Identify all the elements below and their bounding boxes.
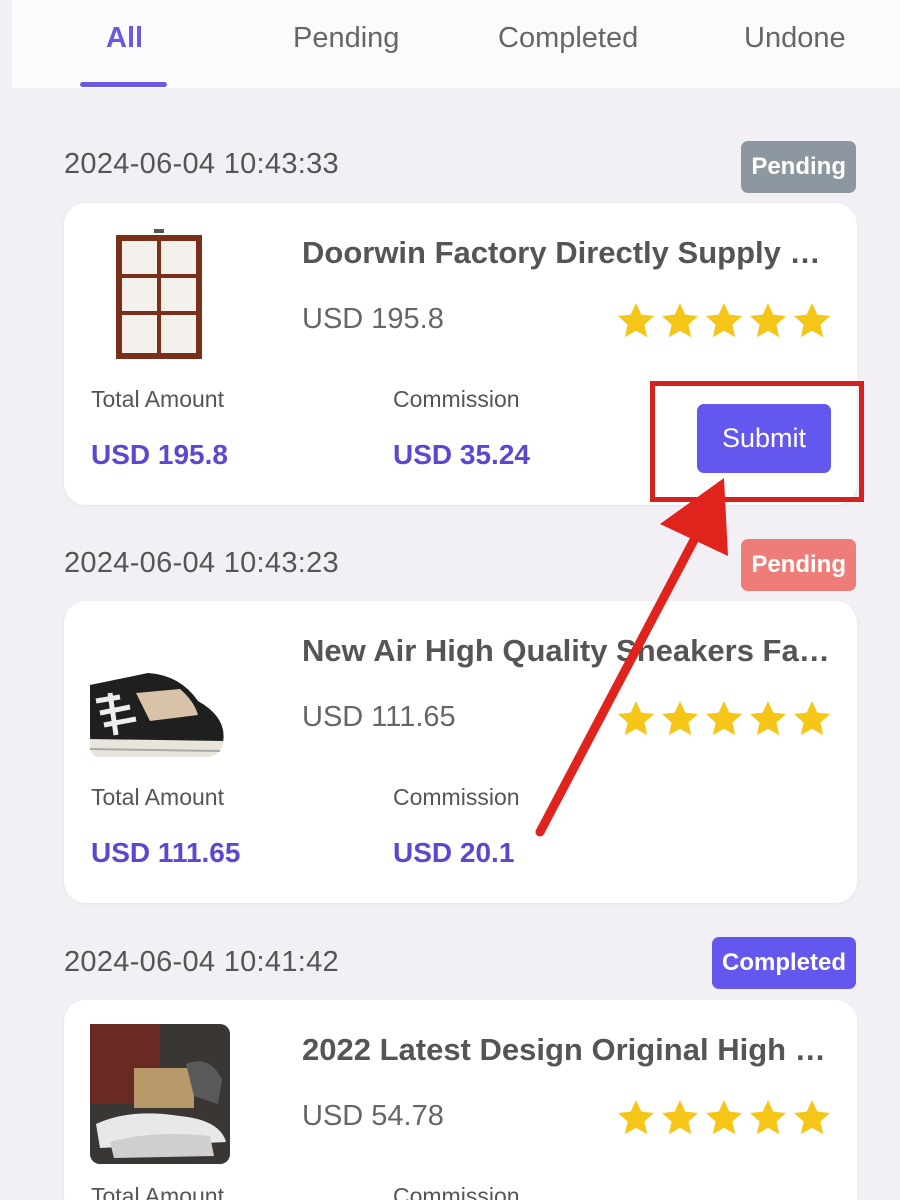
tab-undone[interactable]: Undone <box>744 22 846 55</box>
commission-value: USD 20.1 <box>393 837 515 868</box>
status-badge: Pending <box>741 141 856 193</box>
order-card[interactable]: New Air High Quality Sneakers Fashion Sh… <box>64 601 857 903</box>
status-badge: Pending <box>741 539 856 591</box>
tab-completed[interactable]: Completed <box>498 22 638 55</box>
tab-pending[interactable]: Pending <box>293 22 399 55</box>
star-icon <box>662 1100 698 1135</box>
product-name: Doorwin Factory Directly Supply Wood Cas… <box>302 235 832 270</box>
order-card[interactable]: 2022 Latest Design Original High Quality… <box>64 1000 857 1200</box>
product-price: USD 195.8 <box>302 303 444 335</box>
product-price: USD 111.65 <box>302 701 456 733</box>
star-icon <box>706 1100 742 1135</box>
total-amount-label: Total Amount <box>91 784 224 810</box>
active-tab-indicator <box>80 82 167 87</box>
total-amount-label: Total Amount <box>91 386 224 412</box>
order-card[interactable]: Doorwin Factory Directly Supply Wood Cas… <box>64 203 857 505</box>
star-icon <box>618 1100 654 1135</box>
commission-label: Commission <box>393 1183 520 1200</box>
star-icon <box>662 303 698 338</box>
sneaker-image <box>90 673 224 757</box>
star-icon <box>794 701 830 736</box>
shoes-photo-image <box>90 1024 230 1164</box>
star-icon <box>662 701 698 736</box>
star-icon <box>750 303 786 338</box>
total-amount-value: USD 111.65 <box>91 837 241 868</box>
status-badge: Completed <box>711 937 856 989</box>
order-time: 2024-06-04 10:43:23 <box>64 547 339 579</box>
order-time: 2024-06-04 10:43:33 <box>64 148 339 180</box>
star-icon <box>706 303 742 338</box>
submit-button[interactable]: Submit <box>697 404 831 473</box>
total-amount-value: USD 195.8 <box>91 439 228 470</box>
star-icon <box>794 303 830 338</box>
commission-label: Commission <box>393 386 520 412</box>
star-icon <box>618 701 654 736</box>
commission-label: Commission <box>393 784 520 810</box>
product-name: New Air High Quality Sneakers Fashion Sh… <box>302 633 832 668</box>
product-name: 2022 Latest Design Original High Quality… <box>302 1032 832 1067</box>
star-icon <box>750 701 786 736</box>
wooden-window-image <box>116 229 202 359</box>
star-icon <box>618 303 654 338</box>
total-amount-label: Total Amount <box>91 1183 224 1200</box>
star-icon <box>794 1100 830 1135</box>
order-time: 2024-06-04 10:41:42 <box>64 946 339 978</box>
tab-bar: All Pending Completed Undone <box>12 0 900 88</box>
commission-value: USD 35.24 <box>393 439 530 470</box>
star-icon <box>750 1100 786 1135</box>
star-icon <box>706 701 742 736</box>
tab-all[interactable]: All <box>106 22 143 55</box>
product-price: USD 54.78 <box>302 1100 444 1132</box>
